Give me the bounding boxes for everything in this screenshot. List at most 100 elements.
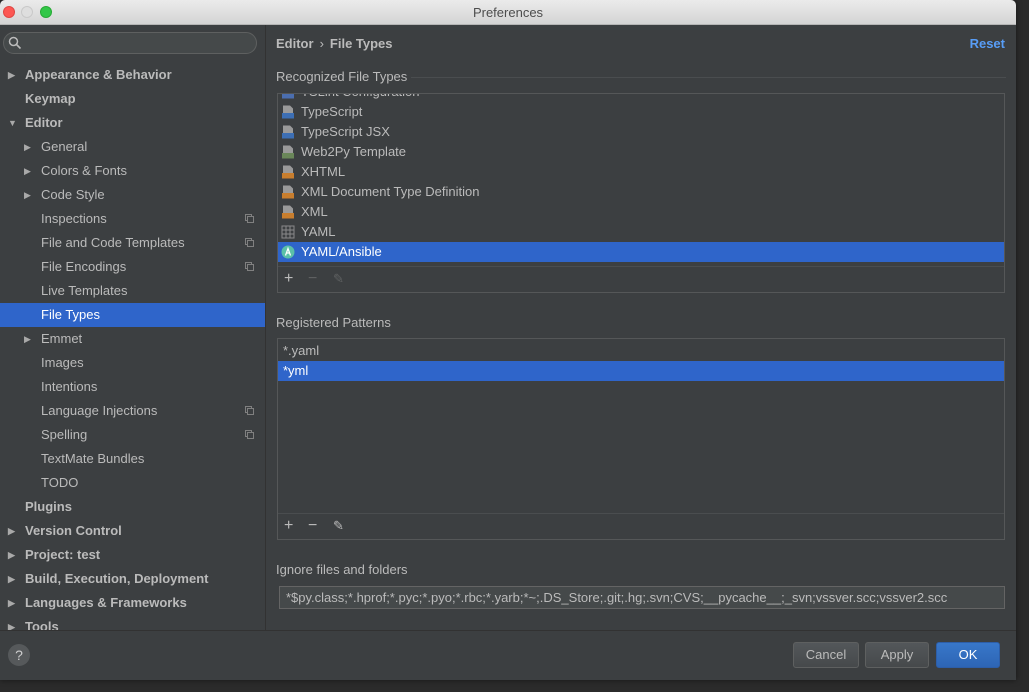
sidebar-item[interactable]: File Types <box>0 303 265 327</box>
chevron-down-icon[interactable]: ▼ <box>8 111 18 135</box>
file-type-label: XML Document Type Definition <box>301 184 480 199</box>
sidebar-item-label: Languages & Frameworks <box>25 595 187 610</box>
file-type-label: XML <box>301 204 328 219</box>
chevron-right-icon[interactable]: ▶ <box>8 591 18 615</box>
xhtml-file-icon <box>282 165 294 179</box>
ok-button[interactable]: OK <box>936 642 1000 668</box>
ignore-files-field[interactable]: *$py.class;*.hprof;*.pyc;*.pyo;*.rbc;*.y… <box>279 586 1005 609</box>
sidebar-item-label: Build, Execution, Deployment <box>25 571 209 586</box>
sidebar-item[interactable]: Live Templates <box>0 279 265 303</box>
breadcrumb-parent: Editor <box>276 36 314 51</box>
ansible-file-icon <box>281 245 295 259</box>
chevron-right-icon[interactable]: ▶ <box>24 135 34 159</box>
sidebar-item[interactable]: ▶ Version Control <box>0 519 265 543</box>
sidebar-item[interactable]: ▶ Colors & Fonts <box>0 159 265 183</box>
file-type-label: TypeScript <box>301 104 363 119</box>
remove-file-type-button[interactable]: − <box>308 270 317 288</box>
sidebar-item-label: File Encodings <box>41 259 127 274</box>
patterns-section-title: Registered Patterns <box>276 315 391 330</box>
remove-pattern-button[interactable]: − <box>308 517 317 535</box>
sidebar-item-label: Emmet <box>41 331 83 346</box>
sidebar-item-label: TODO <box>41 475 79 490</box>
pattern-row[interactable]: *.yaml <box>278 341 1004 361</box>
sidebar-item[interactable]: File Encodings <box>0 255 265 279</box>
file-type-row[interactable]: TypeScript JSX <box>278 122 1004 142</box>
edit-pattern-button[interactable]: ✎ <box>333 517 344 535</box>
chevron-right-icon[interactable]: ▶ <box>8 567 18 591</box>
preferences-window: Preferences ▶ Appearance & Behavior Keymap… <box>0 0 1016 680</box>
sidebar-item[interactable]: File and Code Templates <box>0 231 265 255</box>
section-divider <box>411 77 1006 78</box>
sidebar-item-label: Project: test <box>25 547 101 562</box>
file-types-panel: Editor › File Types Reset Recognized File … <box>266 25 1016 630</box>
add-file-type-button[interactable]: + <box>284 270 293 288</box>
file-type-label: TypeScript JSX <box>301 124 390 139</box>
sidebar-item-label: Images <box>41 355 84 370</box>
breadcrumb: Editor › File Types <box>276 36 393 51</box>
sidebar-item[interactable]: TextMate Bundles <box>0 447 265 471</box>
chevron-right-icon[interactable]: ▶ <box>24 183 34 207</box>
sidebar-item[interactable]: ▶ General <box>0 135 265 159</box>
chevron-right-icon[interactable]: ▶ <box>8 615 18 630</box>
sidebar-item[interactable]: Intentions <box>0 375 265 399</box>
file-type-row[interactable]: XML <box>278 202 1004 222</box>
sidebar-item[interactable]: Plugins <box>0 495 265 519</box>
sidebar-item-label: General <box>41 139 88 154</box>
sidebar-item-label: Editor <box>25 115 63 130</box>
sidebar-item-label: Appearance & Behavior <box>25 67 172 82</box>
edit-file-type-button[interactable]: ✎ <box>333 270 344 288</box>
file-type-row[interactable]: YAML/Ansible <box>278 242 1004 262</box>
file-type-row[interactable]: XML Document Type Definition <box>278 182 1004 202</box>
file-type-row[interactable]: Web2Py Template <box>278 142 1004 162</box>
json-file-icon <box>282 94 294 99</box>
sidebar-item[interactable]: ▶ Appearance & Behavior <box>0 63 265 87</box>
help-button[interactable]: ? <box>8 644 30 666</box>
sidebar-item[interactable]: Spelling <box>0 423 265 447</box>
chevron-right-icon[interactable]: ▶ <box>24 159 34 183</box>
chevron-right-icon[interactable]: ▶ <box>24 327 34 351</box>
file-type-row[interactable]: XHTML <box>278 162 1004 182</box>
cancel-button[interactable]: Cancel <box>793 642 859 668</box>
chevron-right-icon[interactable]: ▶ <box>8 543 18 567</box>
sidebar-item[interactable]: ▶ Build, Execution, Deployment <box>0 567 265 591</box>
apply-button[interactable]: Apply <box>865 642 929 668</box>
title-bar[interactable]: Preferences <box>0 0 1016 25</box>
pattern-row[interactable]: *yml <box>278 361 1004 381</box>
recognized-section-title: Recognized File Types <box>276 69 408 84</box>
sidebar-item[interactable]: ▼ Editor <box>0 111 265 135</box>
sidebar-item[interactable]: Images <box>0 351 265 375</box>
file-type-row[interactable]: YAML <box>278 222 1004 242</box>
sidebar-item[interactable]: ▶ Languages & Frameworks <box>0 591 265 615</box>
sidebar-item[interactable]: TODO <box>0 471 265 495</box>
sidebar-item[interactable]: Inspections <box>0 207 265 231</box>
reset-link[interactable]: Reset <box>970 36 1005 51</box>
add-pattern-button[interactable]: + <box>284 517 293 535</box>
file-type-row[interactable]: TypeScript <box>278 102 1004 122</box>
chevron-right-icon[interactable]: ▶ <box>8 519 18 543</box>
sidebar-item[interactable]: ▶ Code Style <box>0 183 265 207</box>
sidebar-item-label: Code Style <box>41 187 105 202</box>
file-type-label: XHTML <box>301 164 346 179</box>
sidebar-item-label: Version Control <box>25 523 122 538</box>
web2py-file-icon <box>282 145 294 159</box>
sidebar-item-label: Keymap <box>25 91 76 106</box>
chevron-right-icon[interactable]: ▶ <box>8 63 18 87</box>
search-icon <box>8 36 22 50</box>
sidebar-item[interactable]: ▶ Emmet <box>0 327 265 351</box>
sidebar-item[interactable]: ▶ Project: test <box>0 543 265 567</box>
file-type-row[interactable]: TSLint Configuration <box>278 94 1004 102</box>
sidebar-item[interactable]: ▶ Tools <box>0 615 265 630</box>
sidebar-item-label: Tools <box>25 619 59 630</box>
project-settings-icon <box>245 430 254 439</box>
window-title: Preferences <box>472 5 544 20</box>
breadcrumb-current: File Types <box>329 36 393 51</box>
settings-tree: ▶ Appearance & Behavior Keymap ▼ Editor ▶ Gene… <box>0 63 265 630</box>
project-settings-icon <box>245 214 254 223</box>
sidebar-item-label: Colors & Fonts <box>41 163 127 178</box>
sidebar-item-label: TextMate Bundles <box>41 451 145 466</box>
sidebar-item[interactable]: Language Injections <box>0 399 265 423</box>
search-input[interactable] <box>3 32 257 54</box>
file-type-label: TSLint Configuration <box>301 94 420 102</box>
sidebar-item[interactable]: Keymap <box>0 87 265 111</box>
project-settings-icon <box>245 406 254 415</box>
